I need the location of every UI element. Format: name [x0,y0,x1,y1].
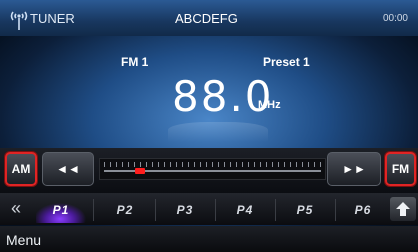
antenna-icon [10,11,28,30]
slider-ticks [104,162,321,167]
fm-button[interactable]: FM [385,152,416,186]
source-label: TUNER [30,11,75,26]
preset-button-1[interactable]: P1 [36,197,86,223]
preset-divider [215,199,216,221]
frequency-unit: MHz [258,99,281,111]
status-bar: TUNER ABCDEFG 00:00 [0,0,418,36]
station-name: ABCDEFG [175,11,238,26]
seek-forward-button[interactable]: ►► [327,152,381,186]
tuner-screen: TUNER ABCDEFG 00:00 FM 1 Preset 1 88.0 M… [0,0,418,252]
preset-button-2[interactable]: P2 [100,197,150,223]
preset-up-button[interactable] [390,197,416,221]
frequency-display: 88.0 [172,72,274,121]
preset-divider [275,199,276,221]
preset-divider [335,199,336,221]
slider-knob[interactable] [135,168,146,174]
preset-divider [155,199,156,221]
clock: 00:00 [382,13,408,24]
frequency-reflection [168,122,268,142]
preset-button-5[interactable]: P5 [280,197,330,223]
menu-button[interactable]: Menu [6,230,56,250]
preset-divider [93,199,94,221]
am-button[interactable]: AM [5,152,37,186]
arrow-up-icon [396,202,410,216]
preset-button-3[interactable]: P3 [160,197,210,223]
band-label: FM 1 [121,55,149,69]
preset-label: Preset 1 [263,55,310,69]
preset-button-6[interactable]: P6 [338,197,388,223]
seek-back-button[interactable]: ◄◄ [42,152,94,186]
preset-prev-button[interactable]: « [6,198,26,220]
bottom-bar [0,226,418,252]
preset-button-4[interactable]: P4 [220,197,270,223]
tuning-slider[interactable] [99,158,326,180]
